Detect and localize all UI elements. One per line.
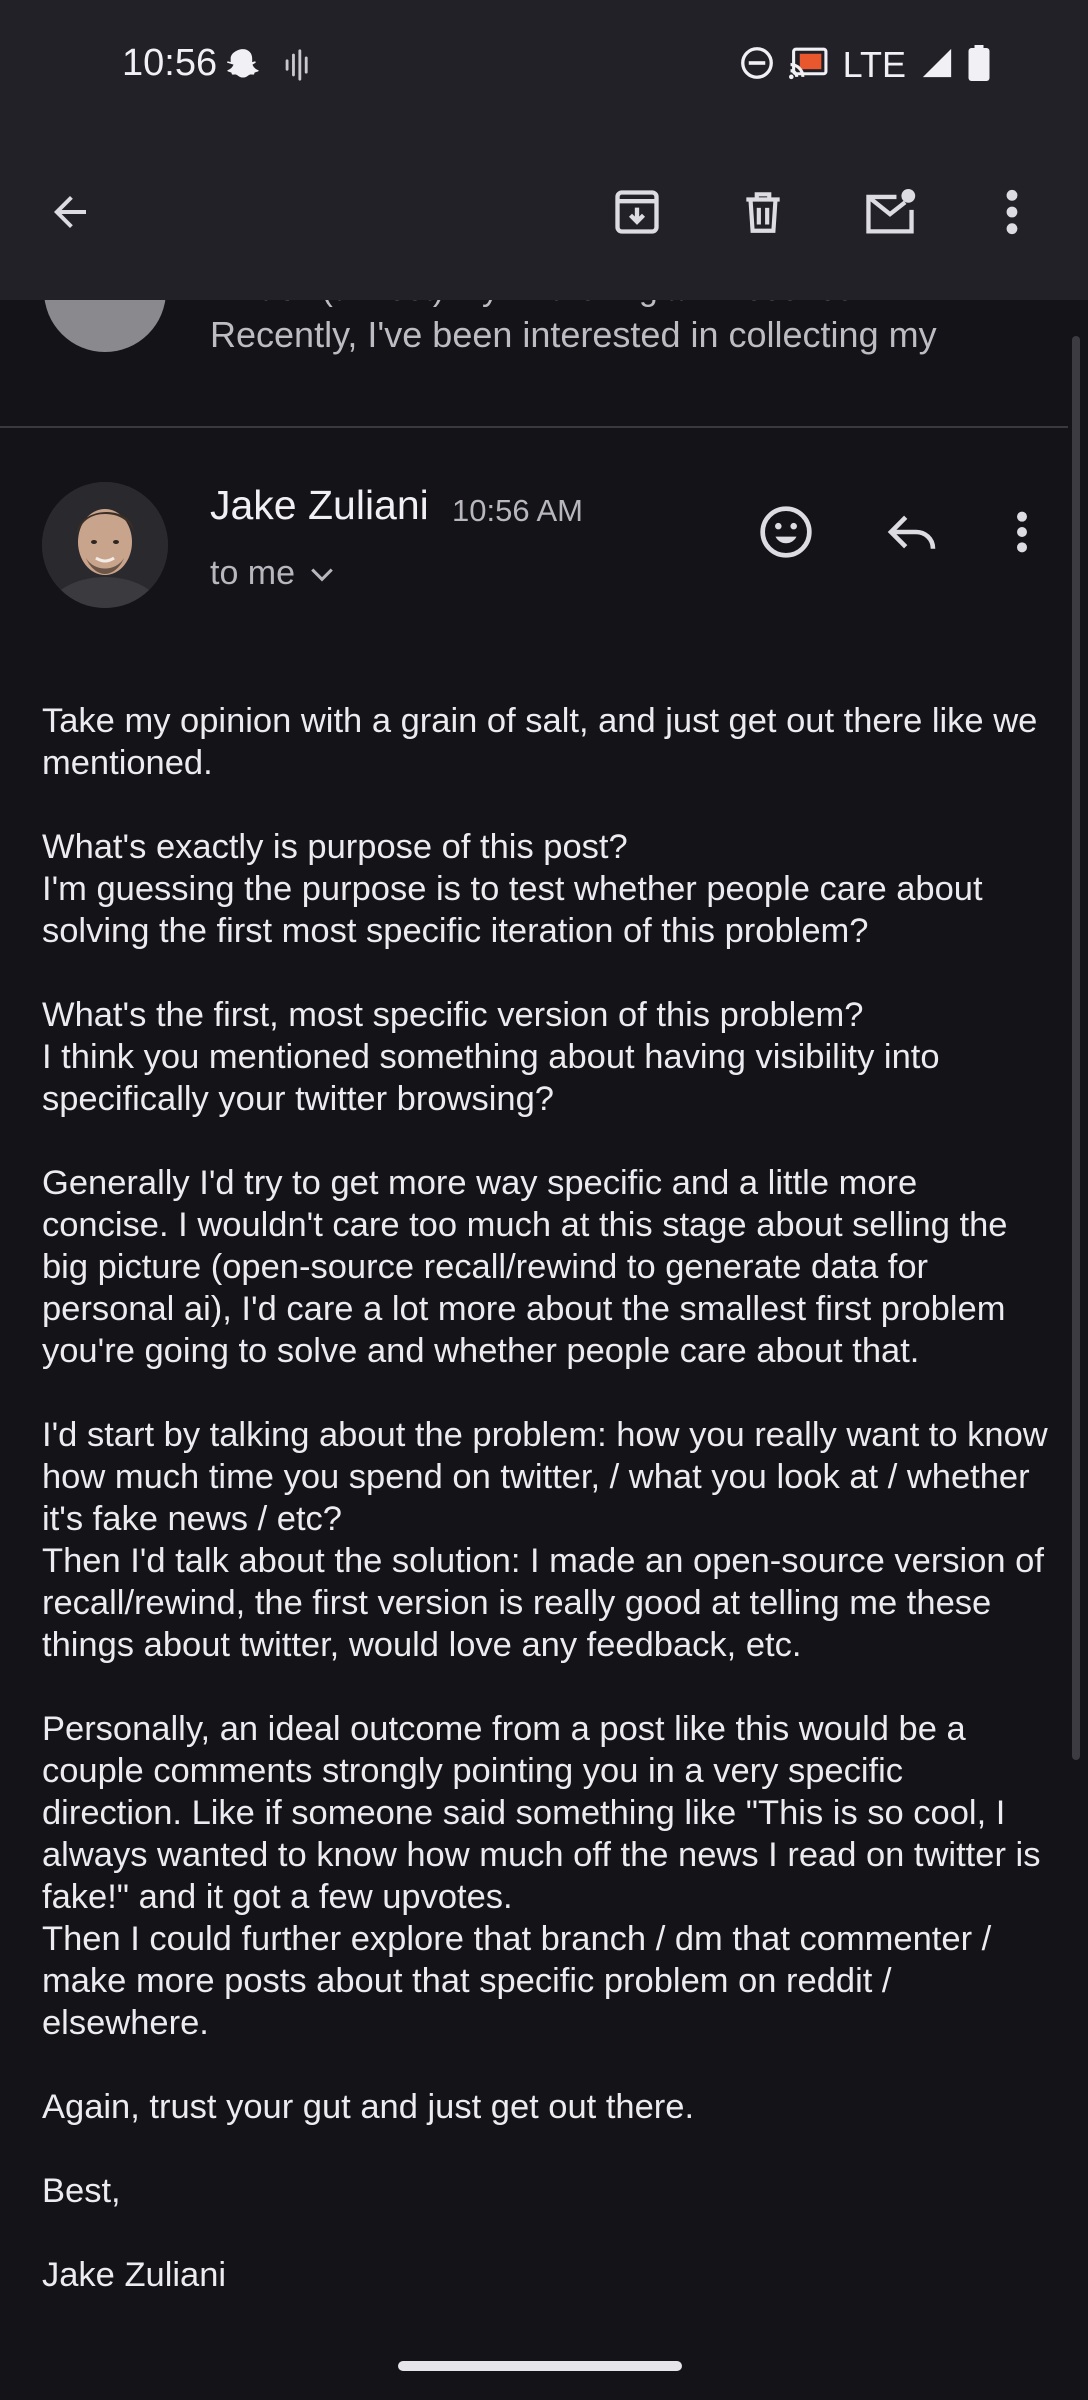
do-not-disturb-icon xyxy=(739,45,775,86)
archive-button[interactable] xyxy=(597,174,677,254)
signature: Jake Zuliani xyxy=(42,2256,227,2294)
previous-message-subject: I Track (almost) my Entire Digital Prese… xyxy=(210,300,854,309)
reply-icon xyxy=(886,511,938,558)
mark-unread-button[interactable] xyxy=(850,174,930,254)
previous-sender-avatar xyxy=(44,300,166,352)
body-paragraph: Personally, an ideal outcome from a post… xyxy=(42,1710,1041,2042)
body-paragraph: Take my opinion with a grain of salt, an… xyxy=(42,702,1038,782)
signal-icon xyxy=(920,46,954,85)
sender-name[interactable]: Jake Zuliani xyxy=(210,482,429,529)
message-divider xyxy=(0,426,1068,428)
body-paragraph: What's the first, most specific version … xyxy=(42,996,940,1118)
status-left-icons xyxy=(224,46,312,89)
delete-button[interactable] xyxy=(723,174,803,254)
reply-button[interactable] xyxy=(872,494,952,574)
back-arrow-icon xyxy=(46,188,94,241)
previous-message[interactable]: I Track (almost) my Entire Digital Prese… xyxy=(0,300,1068,426)
cast-icon xyxy=(788,45,829,86)
back-button[interactable] xyxy=(30,174,110,254)
recipient-label: to me xyxy=(210,554,296,592)
status-right-icons: LTE xyxy=(739,44,990,86)
emoji-icon xyxy=(758,504,814,565)
battery-icon xyxy=(968,44,990,86)
home-indicator[interactable] xyxy=(398,2361,682,2371)
more-vert-icon xyxy=(1013,509,1031,560)
snapchat-ghost-icon xyxy=(224,46,262,89)
archive-icon xyxy=(611,186,663,243)
delete-icon xyxy=(738,187,788,242)
avatar[interactable] xyxy=(42,482,168,608)
body-paragraph: I'd start by talking about the problem: … xyxy=(42,1416,1048,1664)
body-paragraph: Generally I'd try to get more way specif… xyxy=(42,1164,1008,1370)
more-options-button[interactable] xyxy=(972,174,1052,254)
chevron-down-icon xyxy=(309,554,335,593)
voice-waveform-icon xyxy=(282,48,312,87)
action-toolbar xyxy=(0,134,1088,300)
scrollbar[interactable] xyxy=(1072,336,1080,1760)
sign-off: Best, xyxy=(42,2172,121,2210)
message-body: Take my opinion with a grain of salt, an… xyxy=(42,700,1052,2338)
body-paragraph: Again, trust your gut and just get out t… xyxy=(42,2088,695,2126)
add-reaction-button[interactable] xyxy=(746,494,826,574)
body-paragraph: What's exactly is purpose of this post? … xyxy=(42,828,983,950)
more-vert-icon xyxy=(1002,187,1022,242)
recipient-details-toggle[interactable]: to me xyxy=(210,554,335,593)
mark-unread-icon xyxy=(862,186,918,243)
previous-message-snippet: Recently, I've been interested in collec… xyxy=(210,314,937,355)
network-type: LTE xyxy=(842,44,906,85)
status-bar: 10:56 LTE xyxy=(0,0,1088,134)
sent-time: 10:56 AM xyxy=(452,493,583,528)
status-time: 10:56 xyxy=(122,42,218,84)
message-more-options-button[interactable] xyxy=(982,494,1062,574)
